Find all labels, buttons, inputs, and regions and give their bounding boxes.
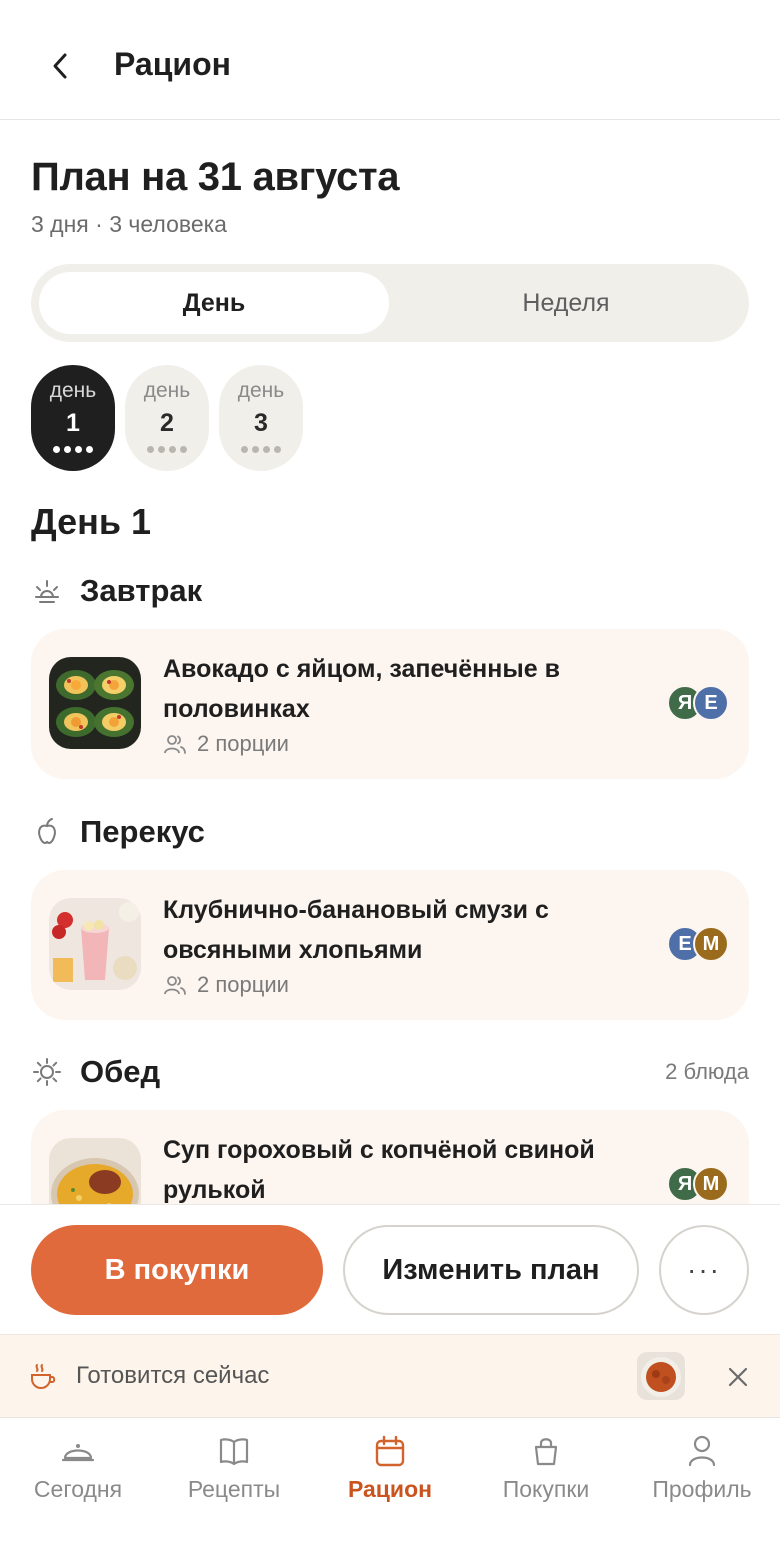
tab-label: Покупки — [502, 1476, 590, 1502]
meal-section-breakfast: Завтрак — [31, 571, 749, 611]
add-to-shopping-button[interactable]: В покупки — [31, 1225, 323, 1315]
sun-icon — [31, 1056, 63, 1088]
book-icon — [218, 1434, 250, 1468]
day-chip-number: 3 — [254, 409, 268, 437]
plan-content[interactable]: План на 31 августа 3 дня · 3 человека Де… — [0, 121, 780, 1204]
tab-day[interactable]: День — [39, 272, 389, 334]
tab-profile[interactable]: Профиль — [624, 1418, 780, 1549]
day-chip-label: день — [237, 379, 285, 402]
assigned-people: Я Е — [667, 685, 729, 721]
meal-name: Перекус — [80, 814, 205, 849]
day-chip-label: день — [143, 379, 191, 402]
person-icon — [687, 1434, 717, 1468]
tab-week[interactable]: Неделя — [391, 272, 741, 334]
meal-count: 2 блюда — [665, 1059, 749, 1084]
dish-image-pea-soup — [49, 1138, 141, 1204]
dish-card[interactable]: Авокадо с яйцом, запечённые в половинках… — [31, 629, 749, 779]
steaming-cup-icon — [28, 1361, 58, 1396]
more-options-button[interactable]: ··· — [659, 1225, 749, 1315]
action-bar: В покупки Изменить план ··· — [0, 1204, 780, 1334]
day-heading: День 1 — [31, 501, 152, 542]
meal-section-snack: Перекус — [31, 812, 749, 852]
people-icon — [164, 735, 186, 754]
back-button[interactable] — [40, 44, 80, 88]
tab-label: Рацион — [347, 1476, 433, 1502]
cooking-dish-image — [637, 1352, 685, 1400]
meal-dots — [53, 446, 93, 453]
portions-text: 2 порции — [197, 972, 289, 997]
chevron-left-icon — [53, 53, 67, 79]
people-icon — [164, 976, 186, 995]
meal-name: Завтрак — [80, 573, 203, 608]
day-chip-2[interactable]: день 2 — [125, 365, 209, 471]
dish-card[interactable]: Суп гороховый с копчёной свиной рулькой … — [31, 1110, 749, 1204]
page-title: Рацион — [114, 46, 231, 82]
dish-image-smoothie — [49, 898, 141, 990]
tab-label: Сегодня — [33, 1476, 123, 1502]
dish-card[interactable]: Клубнично-банановый смузи с овсяными хло… — [31, 870, 749, 1020]
calendar-icon — [375, 1434, 405, 1468]
close-icon — [728, 1367, 748, 1387]
avatar: М — [693, 926, 729, 962]
cooking-now-banner[interactable]: Готовится сейчас — [0, 1334, 780, 1418]
tab-label: Рецепты — [187, 1476, 281, 1502]
assigned-people: Е М — [667, 926, 729, 962]
dish-title: Авокадо с яйцом, запечённые в половинках — [163, 655, 560, 723]
plan-subtitle: 3 дня · 3 человека — [31, 211, 227, 237]
day-chip-number: 2 — [160, 409, 174, 437]
meal-dots — [241, 446, 281, 453]
day-chip-3[interactable]: день 3 — [219, 365, 303, 471]
day-chip-number: 1 — [66, 409, 80, 437]
cooking-now-label: Готовится сейчас — [76, 1362, 270, 1389]
meal-dots — [147, 446, 187, 453]
close-banner-button[interactable] — [722, 1361, 754, 1393]
portions: 2 порции — [163, 972, 289, 998]
dish-title: Суп гороховый с копчёной свиной рулькой — [163, 1136, 595, 1204]
sunrise-icon — [31, 575, 63, 607]
avatar: Е — [693, 685, 729, 721]
meal-name: Обед — [80, 1054, 161, 1089]
tab-shopping[interactable]: Покупки — [468, 1418, 624, 1549]
tab-ration[interactable]: Рацион — [312, 1418, 468, 1549]
dish-title: Клубнично-банановый смузи с овсяными хло… — [163, 896, 549, 964]
tab-label: Профиль — [652, 1476, 752, 1502]
portions: 2 порции — [163, 731, 289, 757]
assigned-people: Я М — [667, 1166, 729, 1202]
day-chip-label: день — [49, 379, 97, 402]
cloche-icon — [61, 1434, 95, 1468]
plan-title: План на 31 августа — [31, 155, 400, 199]
bottom-tab-bar: Сегодня Рецепты Рацион Покупки Профиль — [0, 1418, 780, 1549]
portions-text: 2 порции — [197, 731, 289, 756]
app-header: Рацион — [0, 0, 780, 120]
day-chip-1[interactable]: день 1 — [31, 365, 115, 471]
period-switch: День Неделя — [31, 264, 749, 342]
edit-plan-button[interactable]: Изменить план — [343, 1225, 639, 1315]
avatar: М — [693, 1166, 729, 1202]
meal-section-lunch: Обед 2 блюда — [31, 1052, 749, 1092]
tab-today[interactable]: Сегодня — [0, 1418, 156, 1549]
apple-icon — [31, 816, 63, 848]
bag-icon — [532, 1434, 560, 1468]
dish-image-avocado — [49, 657, 141, 749]
tab-recipes[interactable]: Рецепты — [156, 1418, 312, 1549]
